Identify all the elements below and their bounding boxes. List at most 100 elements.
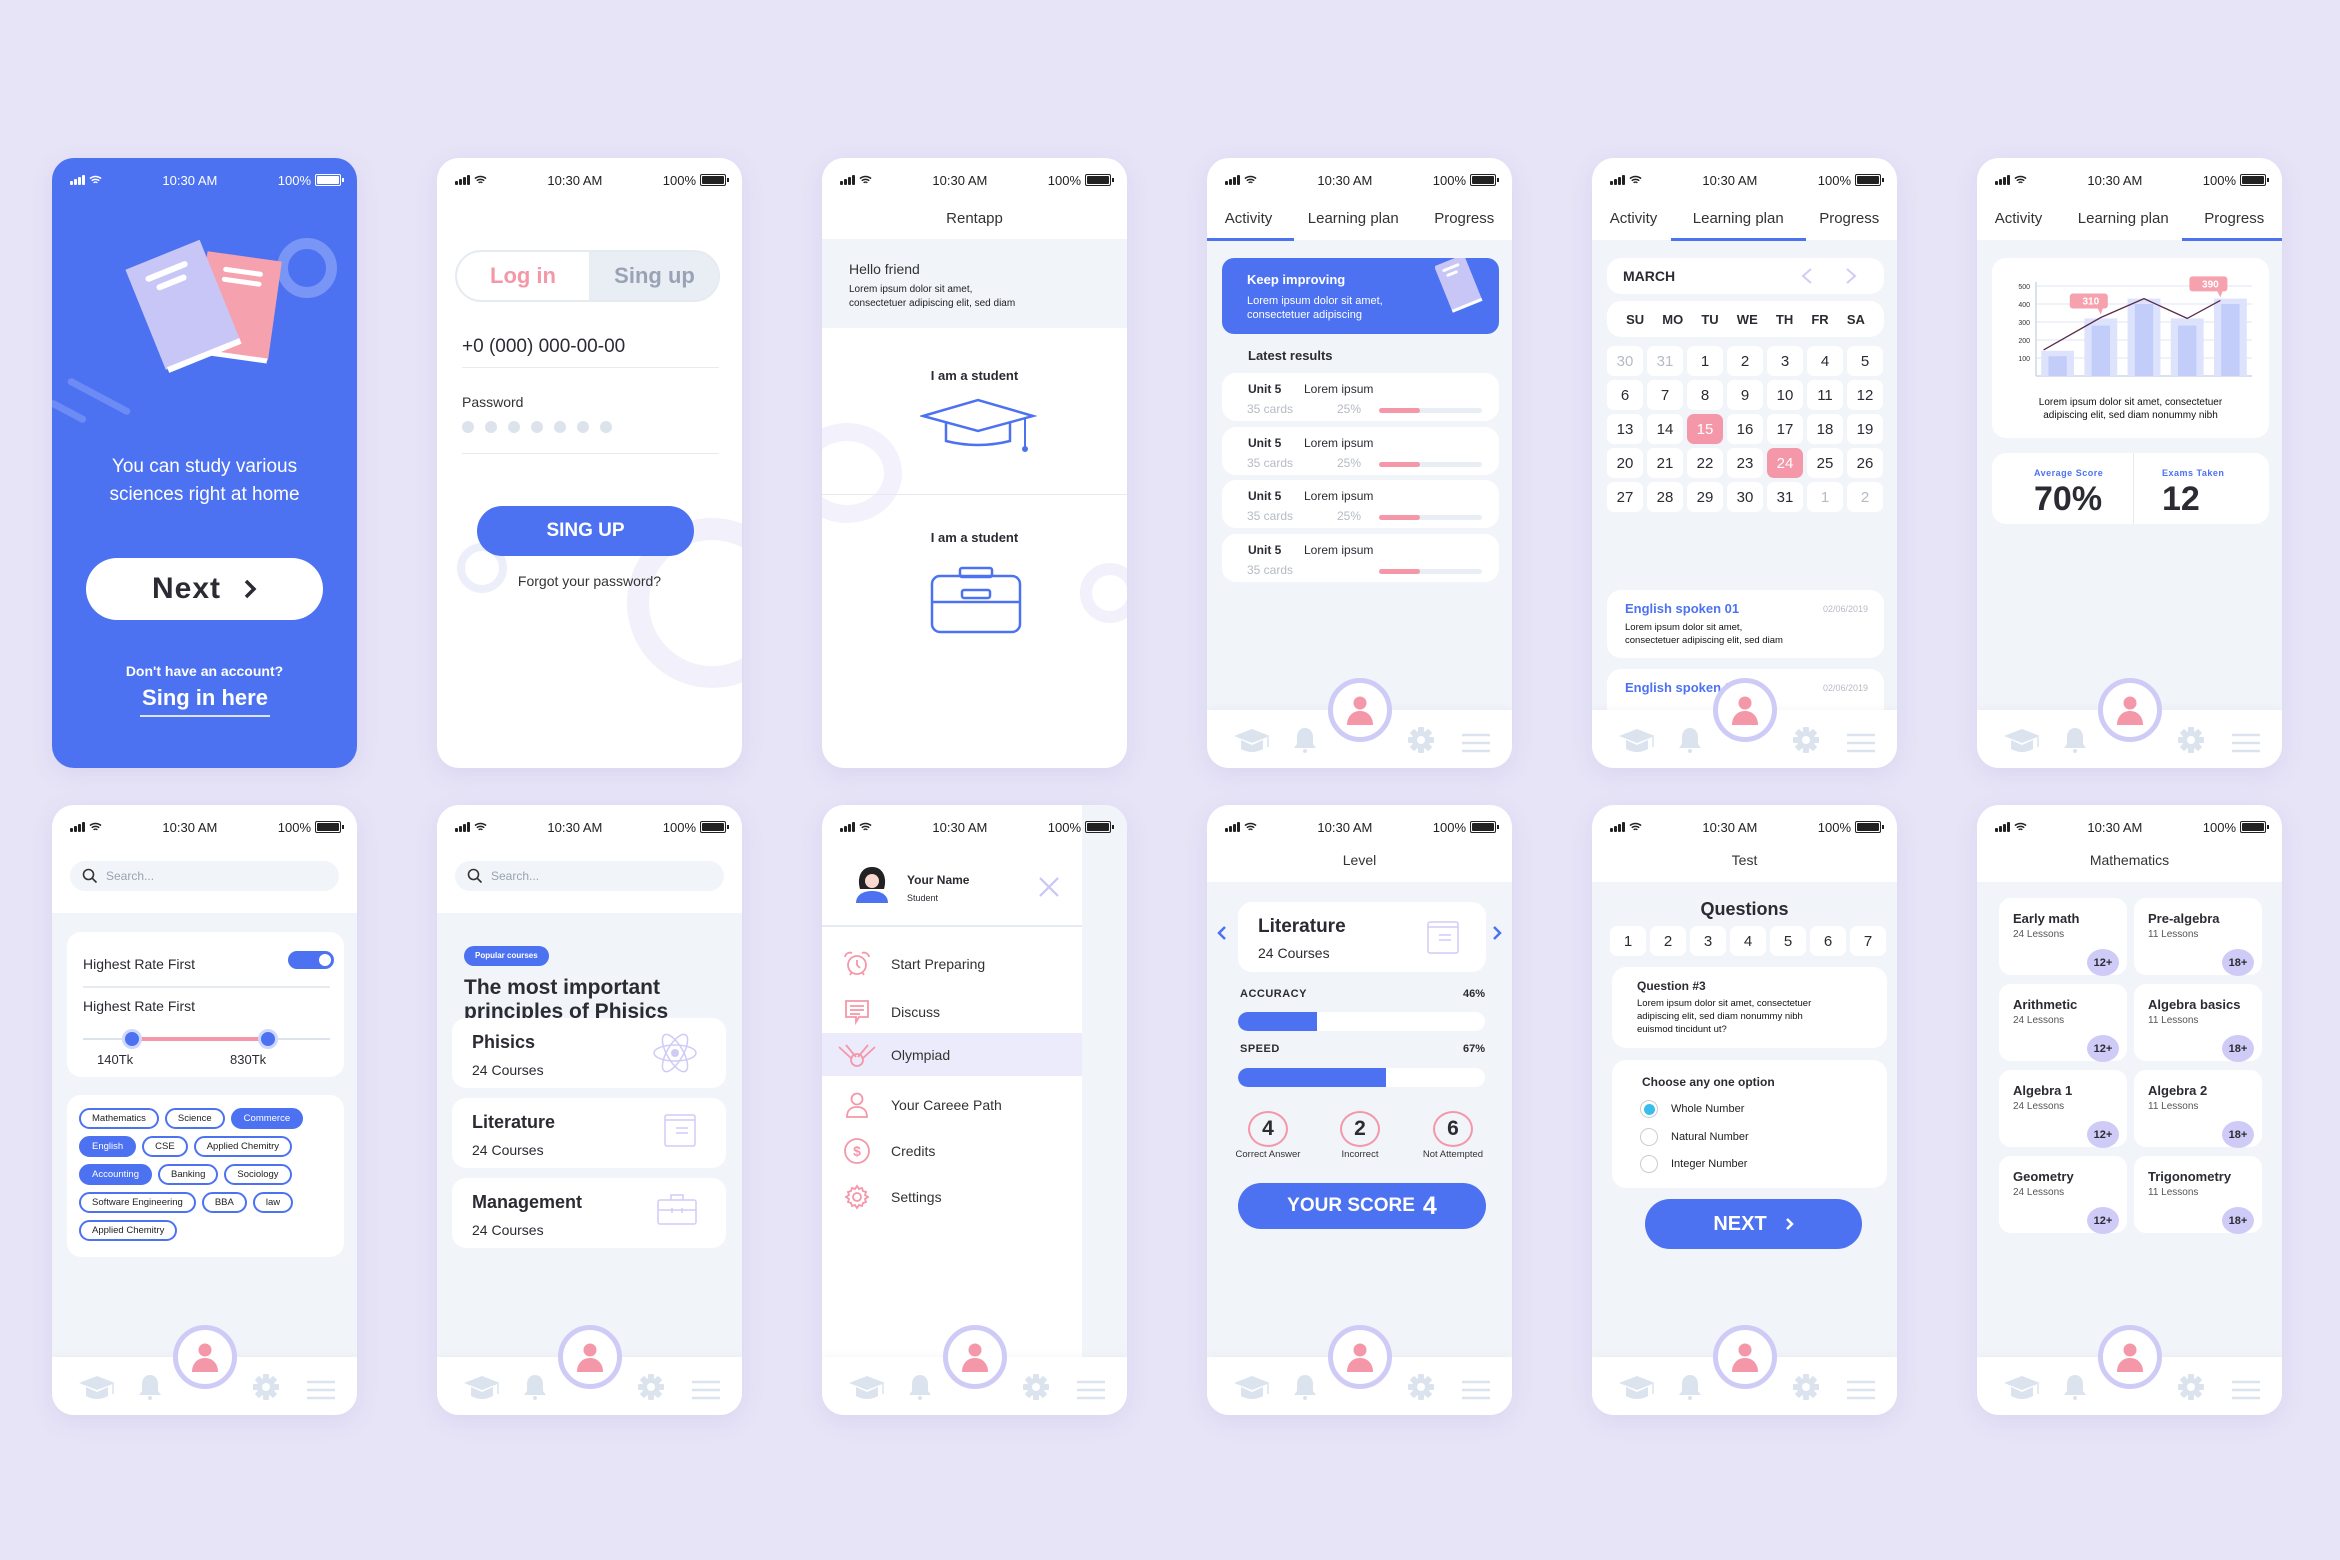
question-number[interactable]: 3 <box>1690 926 1726 956</box>
calendar-day[interactable]: 3 <box>1767 346 1803 376</box>
calendar-day[interactable]: 23 <box>1727 448 1763 478</box>
bell-icon[interactable] <box>2063 726 2087 754</box>
gear-icon[interactable] <box>1792 726 1820 754</box>
bell-icon[interactable] <box>1293 1373 1317 1401</box>
keep-improving-banner[interactable]: Keep improving Lorem ipsum dolor sit ame… <box>1222 258 1499 334</box>
gear-icon[interactable] <box>2177 1373 2205 1401</box>
profile-button[interactable] <box>943 1325 1007 1389</box>
chevron-left-icon[interactable] <box>1217 925 1227 941</box>
tab-progress[interactable]: Progress <box>1426 210 1502 240</box>
calendar-day[interactable]: 9 <box>1727 380 1763 410</box>
profile-button[interactable] <box>1328 678 1392 742</box>
menu-icon[interactable] <box>1461 1379 1491 1401</box>
menu-backdrop[interactable] <box>1082 805 1127 1415</box>
graduation-cap-icon[interactable] <box>78 1375 116 1401</box>
calendar-day[interactable]: 11 <box>1807 380 1843 410</box>
answer-option[interactable]: Integer Number <box>1640 1155 1747 1173</box>
event-card[interactable]: English spoken 01 02/06/2019 Lorem ipsum… <box>1607 590 1884 658</box>
calendar-day[interactable]: 31 <box>1767 482 1803 512</box>
calendar-day[interactable]: 16 <box>1727 414 1763 444</box>
next-button[interactable]: Next <box>86 558 323 620</box>
tab-activity[interactable]: Activity <box>1987 210 2051 240</box>
calendar-day[interactable]: 29 <box>1687 482 1723 512</box>
menu-icon[interactable] <box>1076 1379 1106 1401</box>
bell-icon[interactable] <box>1678 1373 1702 1401</box>
calendar-day[interactable]: 1 <box>1807 482 1843 512</box>
course-card[interactable]: Management 24 Courses <box>452 1178 726 1248</box>
graduation-cap-icon[interactable] <box>1618 1375 1656 1401</box>
menu-item[interactable]: Discuss <box>822 990 1082 1033</box>
calendar-day[interactable]: 5 <box>1847 346 1883 376</box>
bell-icon[interactable] <box>2063 1373 2087 1401</box>
filter-tag[interactable]: Mathematics <box>79 1108 159 1129</box>
graduation-cap-icon[interactable] <box>2003 728 2041 754</box>
calendar-day[interactable]: 15 <box>1687 414 1723 444</box>
bell-icon[interactable] <box>523 1373 547 1401</box>
tab-login[interactable]: Log in <box>457 252 589 300</box>
course-card[interactable]: Literature 24 Courses <box>1238 902 1486 972</box>
filter-tag[interactable]: Applied Chemitry <box>193 1136 293 1157</box>
filter-tag[interactable]: English <box>79 1136 137 1157</box>
calendar-day[interactable]: 4 <box>1807 346 1843 376</box>
filter-tag[interactable]: CSE <box>142 1136 188 1157</box>
search-input[interactable]: Search... <box>70 861 339 891</box>
tab-learning-plan[interactable]: Learning plan <box>2070 210 2177 240</box>
filter-tag[interactable]: Commerce <box>230 1108 304 1129</box>
question-number[interactable]: 7 <box>1850 926 1886 956</box>
graduation-cap-icon[interactable] <box>2003 1375 2041 1401</box>
filter-tag[interactable]: Accounting <box>79 1164 153 1185</box>
tab-learning-plan[interactable]: Learning plan <box>1300 210 1407 240</box>
search-input[interactable]: Search... <box>455 861 724 891</box>
bell-icon[interactable] <box>138 1373 162 1401</box>
calendar-day[interactable]: 8 <box>1687 380 1723 410</box>
next-question-button[interactable]: NEXT <box>1645 1199 1862 1249</box>
question-number[interactable]: 2 <box>1650 926 1686 956</box>
math-topic-card[interactable]: Algebra 1 24 Lessons 12+ <box>1999 1070 2127 1148</box>
calendar-day[interactable]: 19 <box>1847 414 1883 444</box>
bell-icon[interactable] <box>1293 726 1317 754</box>
calendar-day[interactable]: 2 <box>1847 482 1883 512</box>
range-handle-max[interactable] <box>258 1029 279 1049</box>
answer-option[interactable]: Whole Number <box>1640 1100 1744 1118</box>
calendar-day[interactable]: 25 <box>1807 448 1843 478</box>
highest-rate-toggle[interactable] <box>288 951 334 969</box>
profile-button[interactable] <box>1713 1325 1777 1389</box>
forgot-password-link[interactable]: Forgot your password? <box>437 573 742 589</box>
range-handle-min[interactable] <box>122 1029 143 1049</box>
radio-button[interactable] <box>1640 1155 1658 1173</box>
phone-input[interactable]: +0 (000) 000-00-00 <box>462 330 719 368</box>
math-topic-card[interactable]: Algebra basics 11 Lessons 18+ <box>2134 984 2262 1062</box>
answer-option[interactable]: Natural Number <box>1640 1127 1749 1146</box>
calendar-day[interactable]: 2 <box>1727 346 1763 376</box>
popular-courses-badge[interactable]: Popular courses <box>464 946 549 966</box>
calendar-day[interactable]: 27 <box>1607 482 1643 512</box>
calendar-day[interactable]: 1 <box>1687 346 1723 376</box>
tab-progress[interactable]: Progress <box>2182 210 2282 241</box>
tab-progress[interactable]: Progress <box>1811 210 1887 240</box>
calendar-day[interactable]: 26 <box>1847 448 1883 478</box>
graduation-cap-icon[interactable] <box>1618 728 1656 754</box>
calendar-day[interactable]: 7 <box>1647 380 1683 410</box>
gear-icon[interactable] <box>1407 726 1435 754</box>
question-number[interactable]: 6 <box>1810 926 1846 956</box>
menu-icon[interactable] <box>1846 732 1876 754</box>
gear-icon[interactable] <box>2177 726 2205 754</box>
profile-button[interactable] <box>1713 678 1777 742</box>
question-number[interactable]: 4 <box>1730 926 1766 956</box>
radio-button[interactable] <box>1640 1100 1658 1118</box>
profile-button[interactable] <box>1328 1325 1392 1389</box>
chevron-right-icon[interactable] <box>1492 925 1502 941</box>
bell-icon[interactable] <box>908 1373 932 1401</box>
result-item[interactable]: Unit 5 Lorem ipsum 35 cards 25% <box>1222 426 1499 475</box>
math-topic-card[interactable]: Early math 24 Lessons 12+ <box>1999 898 2127 976</box>
gear-icon[interactable] <box>1022 1373 1050 1401</box>
profile-button[interactable] <box>2098 1325 2162 1389</box>
calendar-day[interactable]: 21 <box>1647 448 1683 478</box>
radio-button[interactable] <box>1640 1127 1658 1146</box>
calendar-day[interactable]: 12 <box>1847 380 1883 410</box>
math-topic-card[interactable]: Arithmetic 24 Lessons 12+ <box>1999 984 2127 1062</box>
calendar-day[interactable]: 13 <box>1607 414 1643 444</box>
gear-icon[interactable] <box>252 1373 280 1401</box>
menu-icon[interactable] <box>2231 1379 2261 1401</box>
price-range-slider[interactable] <box>83 1029 330 1049</box>
